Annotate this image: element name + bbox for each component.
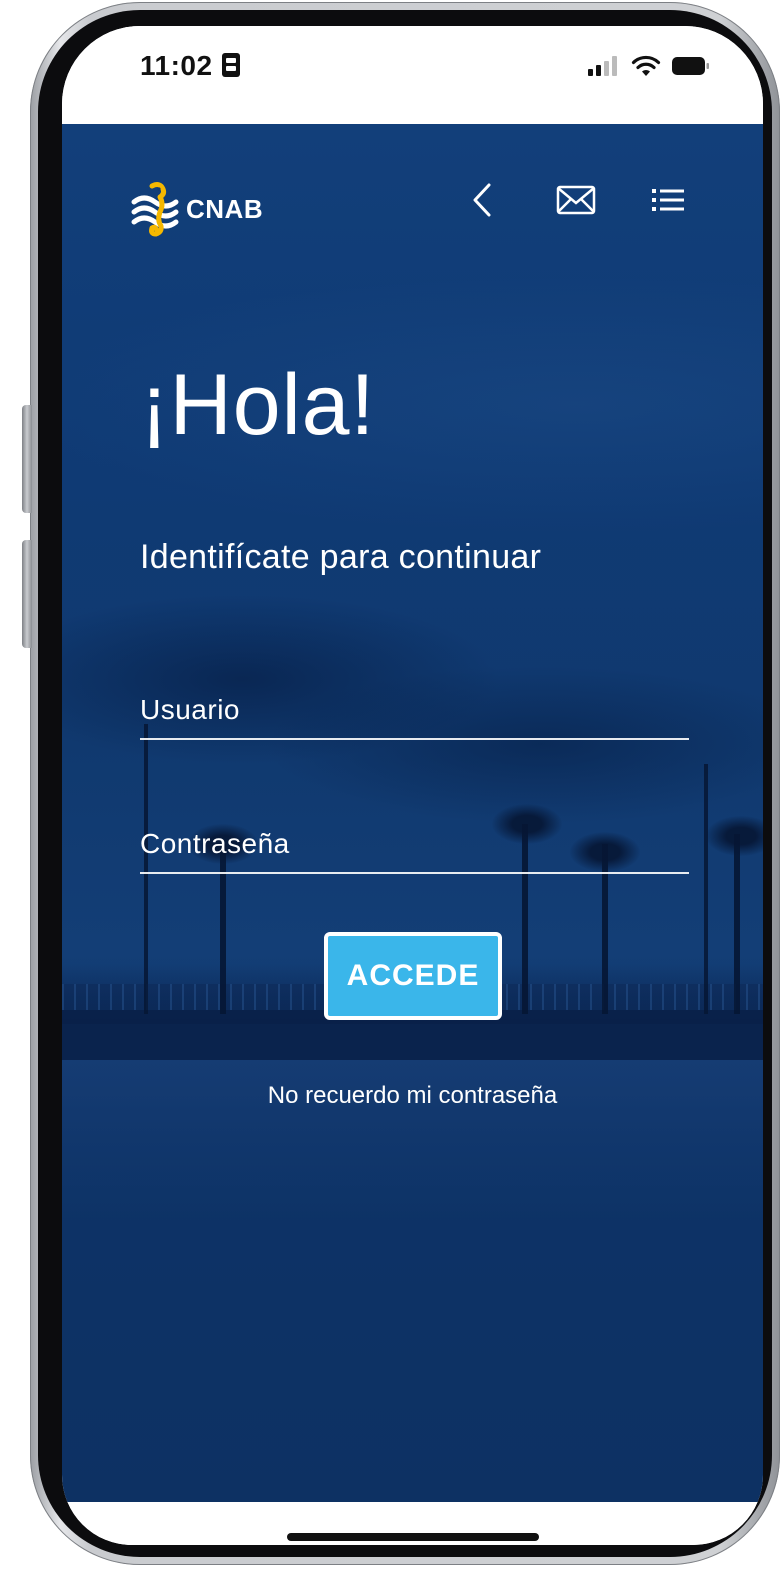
back-button[interactable] [462, 180, 502, 220]
chevron-left-icon [473, 183, 491, 217]
home-indicator[interactable] [287, 1533, 539, 1541]
status-icons [587, 52, 711, 80]
username-input[interactable] [140, 682, 689, 740]
volume-up-button [22, 405, 32, 513]
phone-screen: 11:02 CNAB ¡Hola! Identifícate para cont… [62, 26, 763, 1545]
login-screen: CNAB ¡Hola! Identifícate para continuar … [62, 124, 763, 1502]
home-area [62, 1502, 763, 1545]
list-menu-icon [652, 189, 684, 211]
forgot-password-link[interactable]: No recuerdo mi contraseña [62, 1082, 763, 1110]
password-input[interactable] [140, 816, 689, 874]
volume-down-button [22, 540, 32, 648]
id-card-icon [222, 53, 240, 77]
logo-text: CNAB [186, 193, 264, 224]
background-palm [706, 816, 763, 856]
wifi-icon [631, 55, 661, 76]
battery-icon [672, 57, 709, 75]
login-button[interactable]: ACCEDE [324, 932, 502, 1020]
cellular-signal-icon [588, 56, 617, 76]
envelope-icon [556, 185, 596, 215]
status-bar: 11:02 [62, 26, 763, 124]
status-time: 11:02 [140, 50, 213, 81]
background-lamppost [704, 764, 708, 1014]
app-logo[interactable]: CNAB [130, 180, 263, 238]
page-title: ¡Hola! [140, 357, 376, 453]
page-subtitle: Identifícate para continuar [140, 538, 542, 576]
background-palm [734, 834, 740, 1014]
menu-button[interactable] [648, 180, 688, 220]
mail-button[interactable] [556, 180, 596, 220]
seahorse-logo-icon [131, 182, 179, 237]
